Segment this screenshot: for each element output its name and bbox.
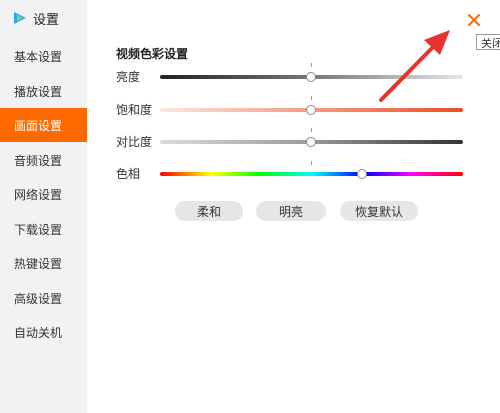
sidebar-item-audio[interactable]: 音频设置 <box>0 143 87 177</box>
slider-label-hue: 色相 <box>116 167 141 181</box>
sidebar-item-network[interactable]: 网络设置 <box>0 177 87 211</box>
slider-center-tick <box>311 96 312 100</box>
sidebar-item-download[interactable]: 下载设置 <box>0 212 87 246</box>
sidebar-item-hotkeys[interactable]: 热键设置 <box>0 246 87 280</box>
slider-label-saturation: 饱和度 <box>116 103 153 117</box>
sidebar-item-auto-shutdown[interactable]: 自动关机 <box>0 315 87 349</box>
app-brand: 设置 <box>12 8 59 28</box>
slider-center-tick <box>311 161 312 165</box>
sidebar-item-playback[interactable]: 播放设置 <box>0 74 87 108</box>
sidebar-item-advanced[interactable]: 高级设置 <box>0 281 87 315</box>
slider-center-tick <box>311 63 312 67</box>
section-title: 视频色彩设置 <box>116 47 189 61</box>
slider-label-contrast: 对比度 <box>116 135 153 149</box>
saturation-slider-thumb[interactable] <box>306 105 316 115</box>
app-title: 设置 <box>33 12 60 28</box>
hue-slider-thumb[interactable] <box>357 169 367 179</box>
app-logo-icon <box>14 12 26 24</box>
brightness-slider-thumb[interactable] <box>306 72 316 82</box>
close-tooltip: 关闭 <box>476 34 500 50</box>
hue-slider-track[interactable] <box>160 172 463 176</box>
contrast-slider-thumb[interactable] <box>306 137 316 147</box>
soft-preset-button[interactable]: 柔和 <box>175 201 243 221</box>
slider-center-tick <box>311 128 312 132</box>
close-icon[interactable] <box>466 12 482 28</box>
sidebar: 设置 基本设置 播放设置 画面设置 音频设置 网络设置 下载设置 热键设置 高级… <box>0 0 87 413</box>
restore-default-button[interactable]: 恢复默认 <box>340 201 418 221</box>
sidebar-item-basic[interactable]: 基本设置 <box>0 39 87 73</box>
bright-preset-button[interactable]: 明亮 <box>256 201 326 221</box>
slider-label-brightness: 亮度 <box>116 70 141 84</box>
sidebar-item-picture[interactable]: 画面设置 <box>0 108 87 142</box>
